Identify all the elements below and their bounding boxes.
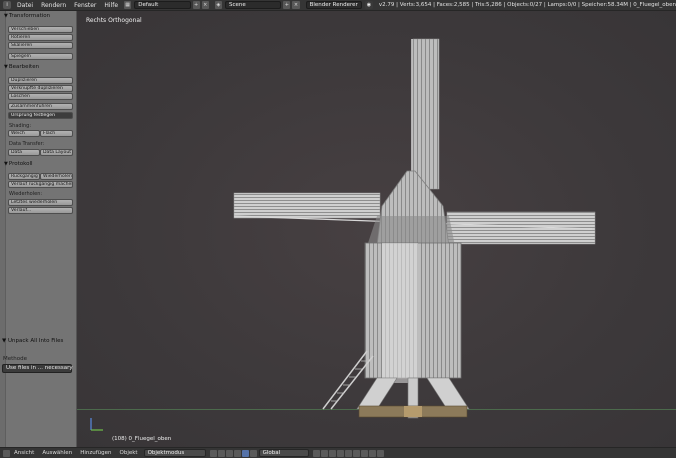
orientation-select[interactable]: Global <box>258 449 309 457</box>
shade-flat-button[interactable]: Flach <box>40 130 73 137</box>
method-label: Methode <box>3 356 28 362</box>
pivot-point-icon[interactable] <box>217 449 225 457</box>
undo-history-button[interactable]: Verlauf rückgängig machen <box>8 181 73 188</box>
transform-panel-header[interactable]: ▼Transformation <box>4 13 50 19</box>
axis-gizmo-icon <box>90 418 103 431</box>
editor-type-icon[interactable]: i <box>3 1 12 9</box>
sail-top <box>412 38 440 190</box>
menu-select[interactable]: Auswählen <box>38 450 76 456</box>
mirror-button[interactable]: Spiegeln <box>8 53 73 60</box>
operator-title: Unpack All Into Files <box>7 338 64 344</box>
screen-layout-icon[interactable]: ▦ <box>124 1 132 9</box>
delete-button[interactable]: Löschen <box>8 93 73 100</box>
layer-buttons-icon[interactable] <box>312 449 320 457</box>
redo-button[interactable]: Wiederholen <box>40 173 73 180</box>
mode-select[interactable]: Objektmodus <box>143 449 206 457</box>
render-engine-select[interactable]: Blender Renderer <box>305 1 362 9</box>
scale-button[interactable]: Skalieren <box>8 42 73 49</box>
menu-add[interactable]: Hinzufügen <box>76 450 115 456</box>
layer-buttons-icon[interactable] <box>320 449 328 457</box>
method-select[interactable]: Use files in ... necessary <box>2 364 73 373</box>
edit-panel-title: Bearbeiten <box>8 64 40 70</box>
remove-scene-button[interactable]: × <box>292 1 300 9</box>
duplicate-linked-button[interactable]: Verknüpfte duplizieren <box>8 85 73 92</box>
menu-render[interactable]: Rendern <box>37 2 70 9</box>
sail-left <box>233 192 381 219</box>
screen-layout-value: Default <box>138 2 159 8</box>
shade-smooth-button[interactable]: Weich <box>8 130 40 137</box>
rotate-button[interactable]: Rotieren <box>8 34 73 41</box>
info-header: i Datei Rendern Fenster Hilfe ▦ Default … <box>0 0 676 11</box>
3d-viewport[interactable]: Rechts Orthogonal (108) 0_Fluegel_oben <box>77 11 676 447</box>
data-layout-button[interactable]: Data Layout <box>40 149 73 156</box>
camera-render-icon[interactable] <box>376 449 384 457</box>
tool-shelf-tabs[interactable] <box>0 11 6 447</box>
operator-panel: ▼ Unpack All Into Files Methode Use file… <box>0 338 77 380</box>
data-transfer-button[interactable]: Data <box>8 149 40 156</box>
translate-manipulator-icon[interactable] <box>233 449 241 457</box>
layer-buttons-icon[interactable] <box>328 449 336 457</box>
scene-icon[interactable]: ◈ <box>214 1 222 9</box>
orientation-value: Global <box>262 450 281 456</box>
join-button[interactable]: Zusammenführen <box>8 103 73 110</box>
collapse-arrow-icon: ▼ <box>4 13 8 19</box>
add-layout-button[interactable]: + <box>192 1 200 9</box>
3d-view-header: Ansicht Auswählen Hinzufügen Objekt Obje… <box>0 447 676 458</box>
duplicate-button[interactable]: Duplizieren <box>8 77 73 84</box>
mode-value: Objektmodus <box>147 450 185 456</box>
operator-panel-header[interactable]: ▼ Unpack All Into Files <box>2 338 63 344</box>
editor-type-icon[interactable] <box>3 449 10 457</box>
data-transfer-label: Data Transfer: <box>9 141 45 147</box>
add-scene-button[interactable]: + <box>283 1 291 9</box>
menu-file[interactable]: Datei <box>13 2 37 9</box>
scale-manipulator-icon[interactable] <box>249 449 257 457</box>
render-preview-icon[interactable] <box>368 449 376 457</box>
history-panel-header[interactable]: ▼Protokoll <box>4 161 33 167</box>
active-object-label: (108) 0_Fluegel_oben <box>112 436 172 442</box>
snap-icon[interactable] <box>344 449 352 457</box>
repeat-history-button[interactable]: Verlauf... <box>8 207 73 214</box>
screen-layout-field[interactable]: Default <box>134 1 191 9</box>
translate-button[interactable]: Verschieben <box>8 26 73 33</box>
menu-view[interactable]: Ansicht <box>10 450 38 456</box>
repeat-last-button[interactable]: Letztes wiederholen <box>8 199 73 206</box>
snap-target-icon[interactable] <box>352 449 360 457</box>
collapse-arrow-icon: ▼ <box>4 161 8 167</box>
lock-icon[interactable] <box>336 449 344 457</box>
rotate-manipulator-icon[interactable] <box>241 449 249 457</box>
collapse-arrow-icon: ▼ <box>4 64 8 70</box>
render-engine-value: Blender Renderer <box>309 2 358 8</box>
repeat-label: Wiederholen: <box>9 191 43 197</box>
blender-logo-icon: ◉ <box>364 1 373 9</box>
remove-layout-button[interactable]: × <box>201 1 209 9</box>
shading-label: Shading: <box>9 123 31 129</box>
manipulator-toggle-icon[interactable] <box>225 449 233 457</box>
scene-field[interactable]: Scene <box>224 1 282 9</box>
windmill-model[interactable] <box>77 11 676 447</box>
tool-shelf: ▼Transformation Verschieben Rotieren Ska… <box>0 11 77 447</box>
undo-button[interactable]: Rückgängig <box>8 173 40 180</box>
transform-panel-title: Transformation <box>8 13 51 19</box>
edit-panel-header[interactable]: ▼Bearbeiten <box>4 64 39 70</box>
menu-object[interactable]: Objekt <box>116 450 142 456</box>
shading-mode-icon[interactable] <box>209 449 217 457</box>
scene-stats: v2.79 | Verts:3,654 | Faces:2,585 | Tris… <box>378 2 676 8</box>
menu-window[interactable]: Fenster <box>70 2 100 9</box>
proportional-edit-icon[interactable] <box>360 449 368 457</box>
history-panel-title: Protokoll <box>8 161 33 167</box>
set-origin-select[interactable]: Ursprung festlegen <box>8 112 73 119</box>
scene-value: Scene <box>228 2 246 8</box>
menu-help[interactable]: Hilfe <box>100 2 122 9</box>
